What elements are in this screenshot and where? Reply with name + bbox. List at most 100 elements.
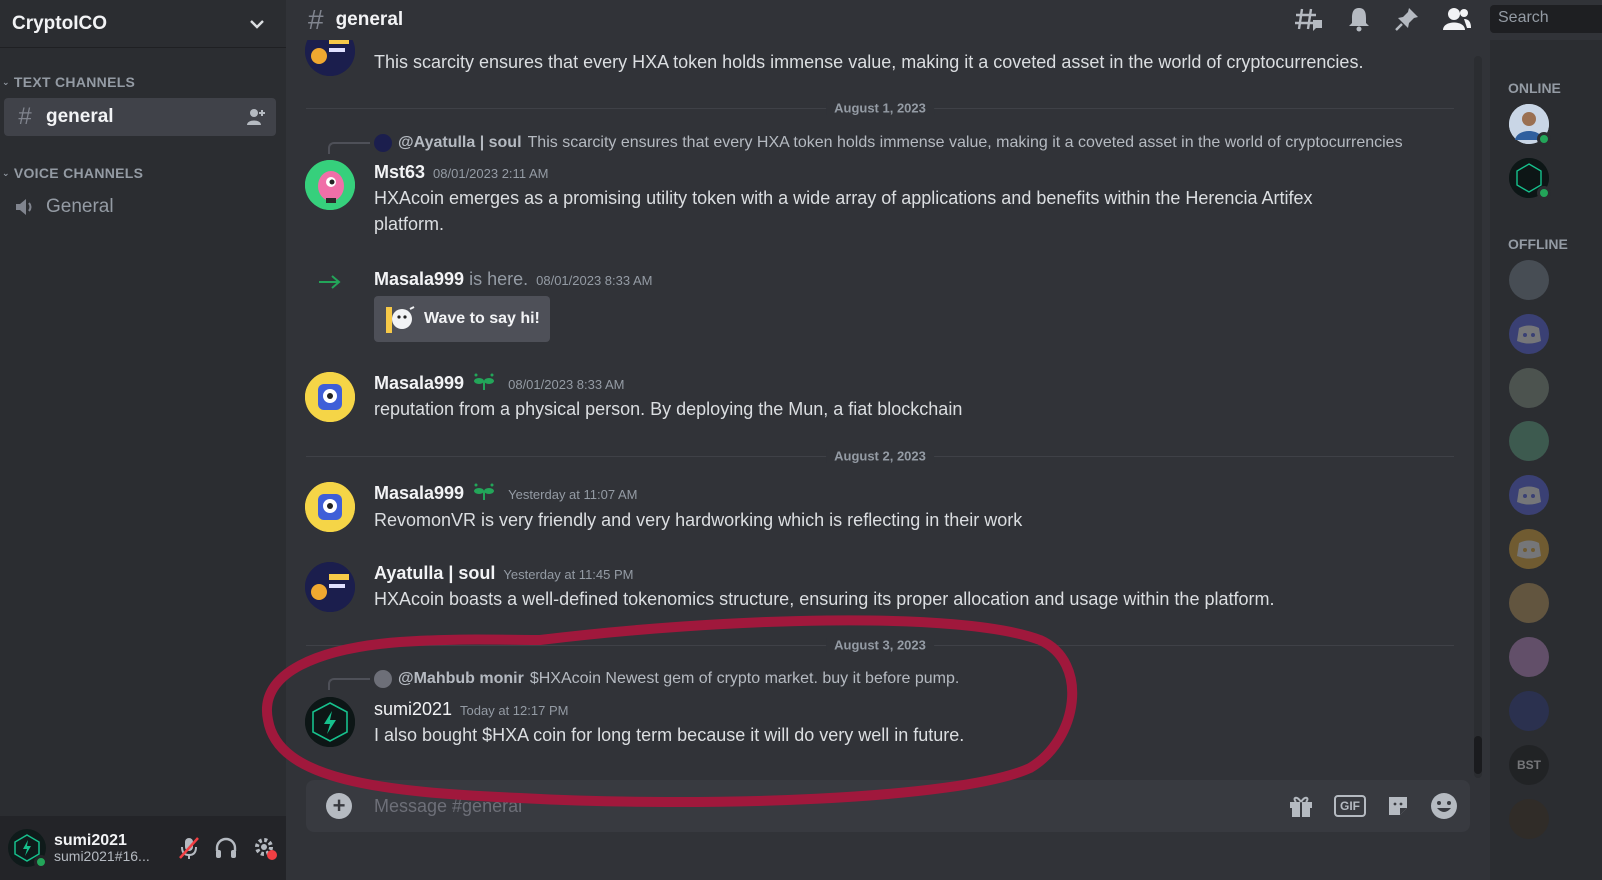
avatar[interactable] (305, 482, 355, 532)
author-name[interactable]: Masala999 (374, 373, 464, 393)
message-content: HXAcoin boasts a well-defined tokenomics… (374, 589, 1275, 609)
avatar[interactable] (305, 697, 355, 747)
bst-logo-text: BST (1517, 758, 1541, 772)
emoji-icon[interactable] (1430, 792, 1458, 820)
date-divider: August 1, 2023 (306, 100, 1454, 116)
author-name[interactable]: Ayatulla | soul (374, 563, 495, 583)
avatar[interactable] (305, 562, 355, 612)
banner-avatar-icon (305, 40, 355, 76)
message-header: sumi2021 Today at 12:17 PM (374, 696, 568, 724)
message-input[interactable]: Message #general (374, 796, 522, 817)
join-text: is here. (469, 269, 529, 289)
member-group-offline: OFFLINE (1508, 236, 1568, 252)
attach-plus-button[interactable]: + (326, 793, 352, 819)
sticker-icon[interactable] (1386, 794, 1410, 818)
message-composer: + Message #general GIF (306, 780, 1470, 832)
chevron-down-icon: ⌄ (2, 76, 10, 87)
scrollbar-thumb[interactable] (1474, 736, 1482, 774)
gear-icon[interactable] (252, 835, 278, 861)
mic-muted-icon[interactable] (178, 836, 200, 860)
message-content: platform. (374, 214, 445, 234)
timestamp: 08/01/2023 8:33 AM (536, 273, 653, 288)
author-name[interactable]: Masala999 (374, 269, 464, 289)
member-avatar[interactable]: BST (1509, 745, 1549, 785)
date-divider: August 3, 2023 (306, 637, 1454, 653)
threads-icon[interactable] (1294, 6, 1324, 32)
member-avatar[interactable] (1509, 691, 1549, 731)
timestamp: Yesterday at 11:07 AM (508, 487, 638, 502)
member-avatar[interactable] (1509, 260, 1549, 300)
channel-header: # general Search (286, 0, 1602, 40)
date-divider-label: August 1, 2023 (826, 100, 934, 116)
reply-preview[interactable]: @Ayatulla | soul This scarcity ensures t… (374, 134, 1403, 152)
member-avatar[interactable] (1509, 368, 1549, 408)
reply-author[interactable]: @Ayatulla | soul (398, 134, 522, 152)
timestamp: 08/01/2023 2:11 AM (433, 166, 549, 181)
status-online-dot (1537, 186, 1551, 200)
member-avatar[interactable] (1509, 421, 1549, 461)
date-divider-label: August 2, 2023 (826, 448, 934, 464)
search-input[interactable]: Search (1490, 5, 1602, 33)
reply-author[interactable]: @Mahbub monir (398, 670, 524, 688)
author-name[interactable]: Masala999 (374, 483, 464, 503)
server-header[interactable]: CryptoICO (0, 0, 286, 48)
member-avatar[interactable] (1509, 637, 1549, 677)
channel-label: general (46, 106, 114, 127)
join-message: Masala999 is here. 08/01/2023 8:33 AM (374, 266, 653, 294)
member-avatar[interactable] (1509, 799, 1549, 839)
sprout-badge-icon (474, 373, 495, 390)
gif-button[interactable]: GIF (1334, 795, 1366, 817)
message-content: RevomonVR is very friendly and very hard… (374, 510, 1023, 530)
channel-title: general (335, 9, 404, 30)
reply-preview[interactable]: @Mahbub monir $HXAcoin Newest gem of cry… (374, 670, 959, 688)
wave-button-label: Wave to say hi! (424, 310, 540, 327)
avatar[interactable] (8, 829, 48, 869)
small-avatar (374, 134, 392, 152)
status-online-dot (34, 855, 48, 869)
message-list[interactable]: This scarcity ensures that every HXA tok… (286, 40, 1476, 780)
category-text-channels[interactable]: ⌄ TEXT CHANNELS (0, 74, 135, 90)
avatar[interactable] (305, 160, 355, 210)
banner-avatar-icon (305, 562, 355, 612)
message-content: reputation from a physical person. By de… (374, 399, 963, 419)
author-name[interactable]: sumi2021 (374, 699, 452, 719)
server-name: CryptoICO (12, 12, 107, 34)
channel-item-general[interactable]: # general (4, 98, 276, 136)
member-avatar[interactable] (1509, 158, 1551, 200)
author-name[interactable]: Mst63 (374, 162, 425, 182)
wave-sticker-icon (386, 306, 415, 333)
member-group-online: ONLINE (1508, 80, 1561, 96)
headphones-icon[interactable] (214, 837, 238, 859)
member-avatar[interactable] (1509, 314, 1549, 354)
reply-text: This scarcity ensures that every HXA tok… (527, 134, 1403, 151)
discord-default-avatar-icon (1517, 325, 1541, 344)
wave-button[interactable]: Wave to say hi! (374, 296, 550, 342)
channel-label: General (46, 196, 114, 217)
scrollbar[interactable] (1474, 56, 1482, 778)
date-divider: August 2, 2023 (306, 448, 1454, 464)
pin-icon[interactable] (1394, 6, 1420, 32)
member-avatar[interactable] (1509, 583, 1549, 623)
hash-icon: # (308, 4, 324, 35)
avatar[interactable] (305, 372, 355, 422)
join-arrow-icon (319, 275, 341, 289)
category-label: TEXT CHANNELS (13, 74, 136, 90)
timestamp: Today at 12:17 PM (460, 703, 569, 718)
gift-icon[interactable] (1288, 794, 1314, 818)
chevron-down-icon (250, 19, 264, 29)
channel-item-voice-general[interactable]: General (4, 188, 276, 226)
member-avatar[interactable] (1509, 104, 1551, 146)
message-content: HXAcoin emerges as a promising utility t… (374, 188, 1313, 208)
member-list-icon[interactable] (1442, 6, 1472, 32)
message-header: Mst63 08/01/2023 2:11 AM (374, 159, 548, 187)
member-avatar[interactable] (1509, 475, 1549, 515)
user-tag: sumi2021#16... (54, 848, 150, 865)
avatar[interactable] (305, 40, 355, 76)
reply-text: $HXAcoin Newest gem of crypto market. bu… (529, 670, 960, 687)
add-user-icon[interactable] (246, 108, 266, 126)
message-header: Masala999 08/01/2023 8:33 AM (374, 370, 624, 398)
category-voice-channels[interactable]: ⌄ VOICE CHANNELS (0, 165, 143, 181)
bell-icon[interactable] (1346, 6, 1372, 32)
message-header: Masala999 Yesterday at 11:07 AM (374, 480, 637, 508)
member-avatar[interactable] (1509, 529, 1549, 569)
